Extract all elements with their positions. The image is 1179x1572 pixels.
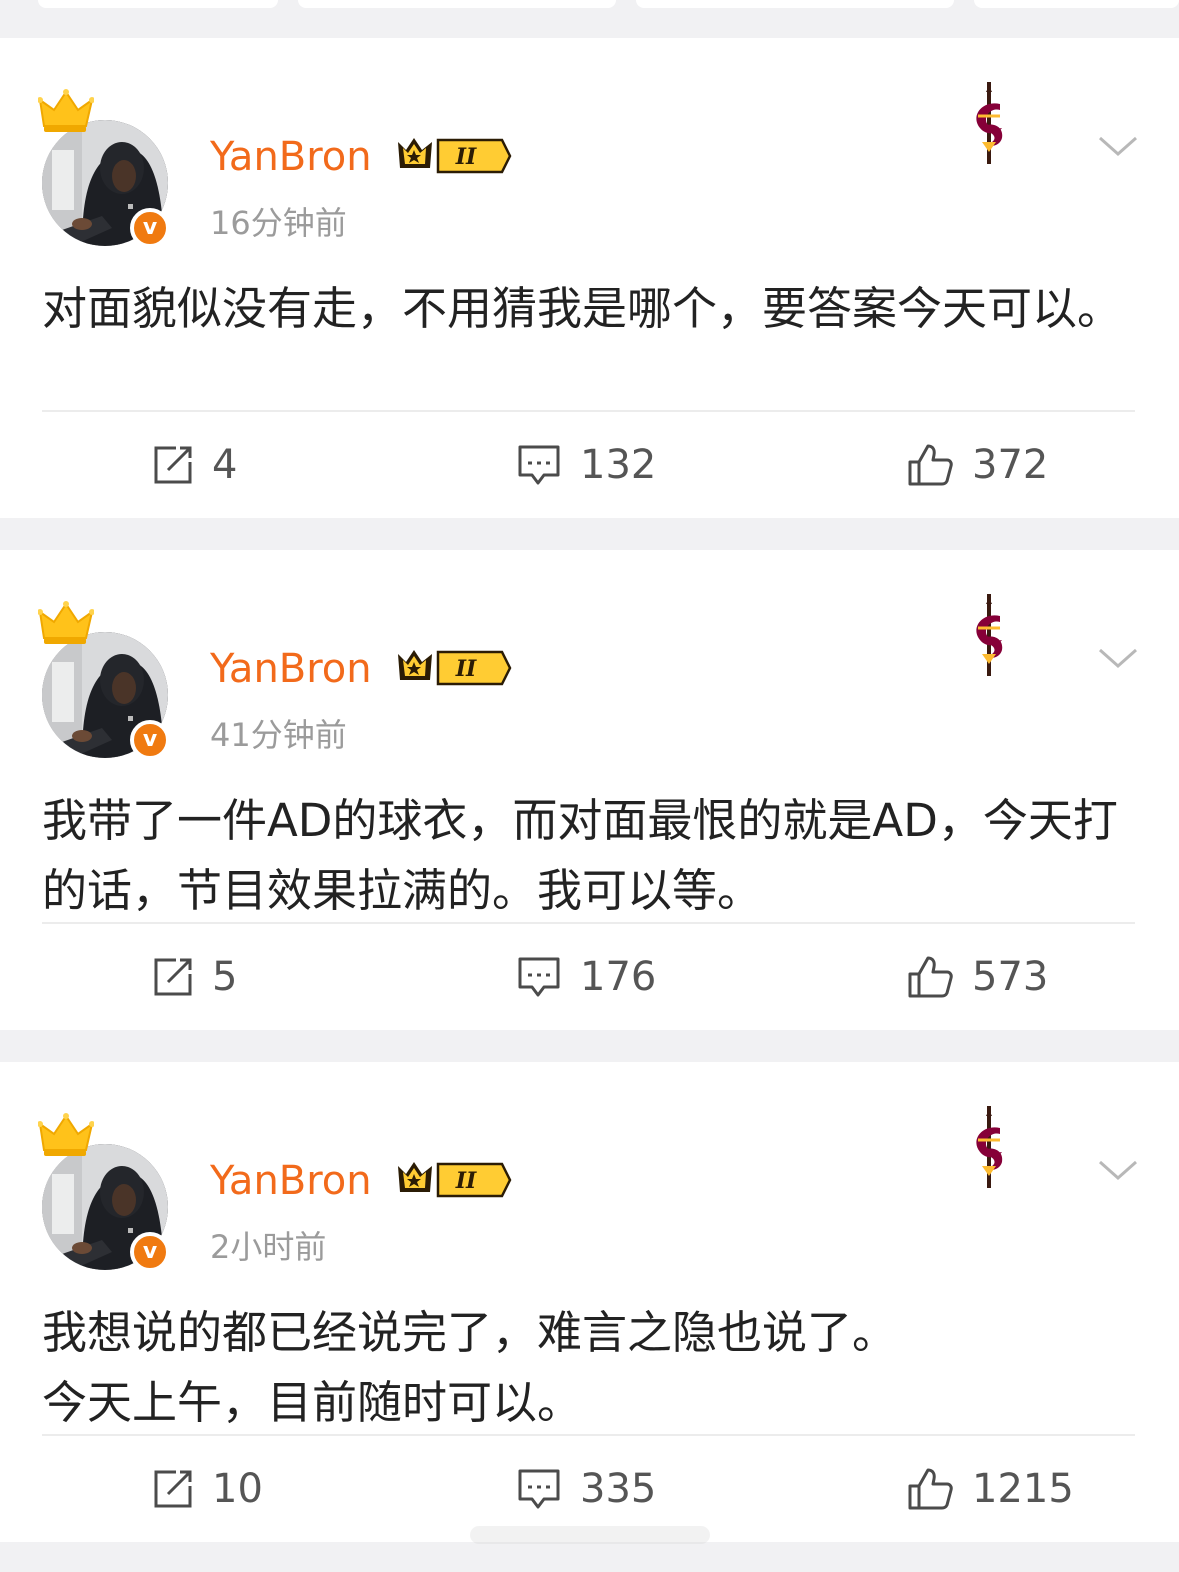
- repost-icon: [154, 446, 192, 484]
- comment-button[interactable]: 335: [516, 1464, 656, 1514]
- chevron-down-icon[interactable]: [1096, 642, 1140, 674]
- like-count: 372: [972, 442, 1049, 488]
- repost-button[interactable]: 5: [152, 952, 237, 1002]
- avatar-group[interactable]: v: [38, 1112, 178, 1272]
- crown-icon: [38, 1113, 94, 1156]
- top-tab[interactable]: [974, 0, 1179, 8]
- vip-level: II: [455, 144, 477, 170]
- comment-icon: [518, 957, 560, 997]
- post-text: 我想说的都已经说完了，难言之隐也说了。 今天上午，目前随时可以。: [42, 1306, 898, 1429]
- username[interactable]: YanBron: [210, 646, 372, 692]
- repost-count: 4: [212, 442, 238, 488]
- thumbs-up-icon: [908, 956, 953, 998]
- comment-button[interactable]: 176: [516, 952, 656, 1002]
- chevron-down-icon[interactable]: [1096, 1154, 1140, 1186]
- crown-icon: [38, 601, 94, 644]
- post-text: 我带了一件AD的球衣，而对面最恨的就是AD，今天打的话，节目效果拉满的。我可以等…: [42, 794, 1118, 917]
- post-timestamp[interactable]: 16分钟前: [210, 198, 347, 244]
- watermark: [470, 1526, 710, 1544]
- vip-crown-badge[interactable]: II: [392, 646, 512, 690]
- chevron-down-icon[interactable]: [1096, 130, 1140, 162]
- post-text: 对面貌似没有走，不用猜我是哪个，要答案今天可以。: [42, 282, 1123, 335]
- repost-icon: [154, 1470, 192, 1508]
- top-tab[interactable]: [636, 0, 954, 8]
- post-actions: 4 132 372: [0, 412, 1179, 518]
- top-tab-strip: [0, 0, 1179, 38]
- weibo-post-card: v YanBron II 16分钟前 对面貌似没有走，不用猜我是哪个，要答案今天…: [0, 38, 1179, 518]
- comment-count: 176: [580, 954, 657, 1000]
- repost-button[interactable]: 4: [152, 440, 237, 490]
- verified-badge-icon: v: [130, 208, 170, 248]
- vip-crown-badge[interactable]: II: [392, 134, 512, 178]
- repost-count: 5: [212, 954, 238, 1000]
- comment-icon: [518, 445, 560, 485]
- like-button[interactable]: 1215: [906, 1464, 1074, 1514]
- top-tab[interactable]: [298, 0, 616, 8]
- vip-level: II: [455, 1168, 477, 1194]
- post-actions: 5 176 573: [0, 924, 1179, 1030]
- repost-button[interactable]: 10: [152, 1464, 263, 1514]
- crown-icon: [38, 89, 94, 132]
- username[interactable]: YanBron: [210, 134, 372, 180]
- verified-badge-icon: v: [130, 720, 170, 760]
- vip-crown-badge[interactable]: II: [392, 1158, 512, 1202]
- username[interactable]: YanBron: [210, 1158, 372, 1204]
- cavaliers-sword-logo: [976, 1106, 1003, 1188]
- like-button[interactable]: 573: [906, 952, 1048, 1002]
- avatar-group[interactable]: v: [38, 600, 178, 760]
- thumbs-up-icon: [908, 444, 953, 486]
- weibo-post-card: v YanBron II 41分钟前 我带了一件AD的球衣，而对面最恨的就是AD…: [0, 550, 1179, 1030]
- thumbs-up-icon: [908, 1468, 953, 1510]
- comment-count: 335: [580, 1466, 657, 1512]
- avatar-group[interactable]: v: [38, 88, 178, 248]
- repost-icon: [154, 958, 192, 996]
- like-count: 573: [972, 954, 1049, 1000]
- comment-icon: [518, 1469, 560, 1509]
- comment-count: 132: [580, 442, 657, 488]
- weibo-post-card: v YanBron II 2小时前 我想说的都已经说完了，难言之隐也说了。 今天…: [0, 1062, 1179, 1542]
- like-count: 1215: [972, 1466, 1074, 1512]
- repost-count: 10: [212, 1466, 263, 1512]
- top-tab[interactable]: [38, 0, 278, 8]
- verified-badge-icon: v: [130, 1232, 170, 1272]
- post-timestamp[interactable]: 41分钟前: [210, 710, 347, 756]
- post-timestamp[interactable]: 2小时前: [210, 1222, 326, 1268]
- vip-level: II: [455, 656, 477, 682]
- cavaliers-sword-logo: [976, 594, 1003, 676]
- like-button[interactable]: 372: [906, 440, 1048, 490]
- comment-button[interactable]: 132: [516, 440, 656, 490]
- cavaliers-sword-logo: [976, 82, 1003, 164]
